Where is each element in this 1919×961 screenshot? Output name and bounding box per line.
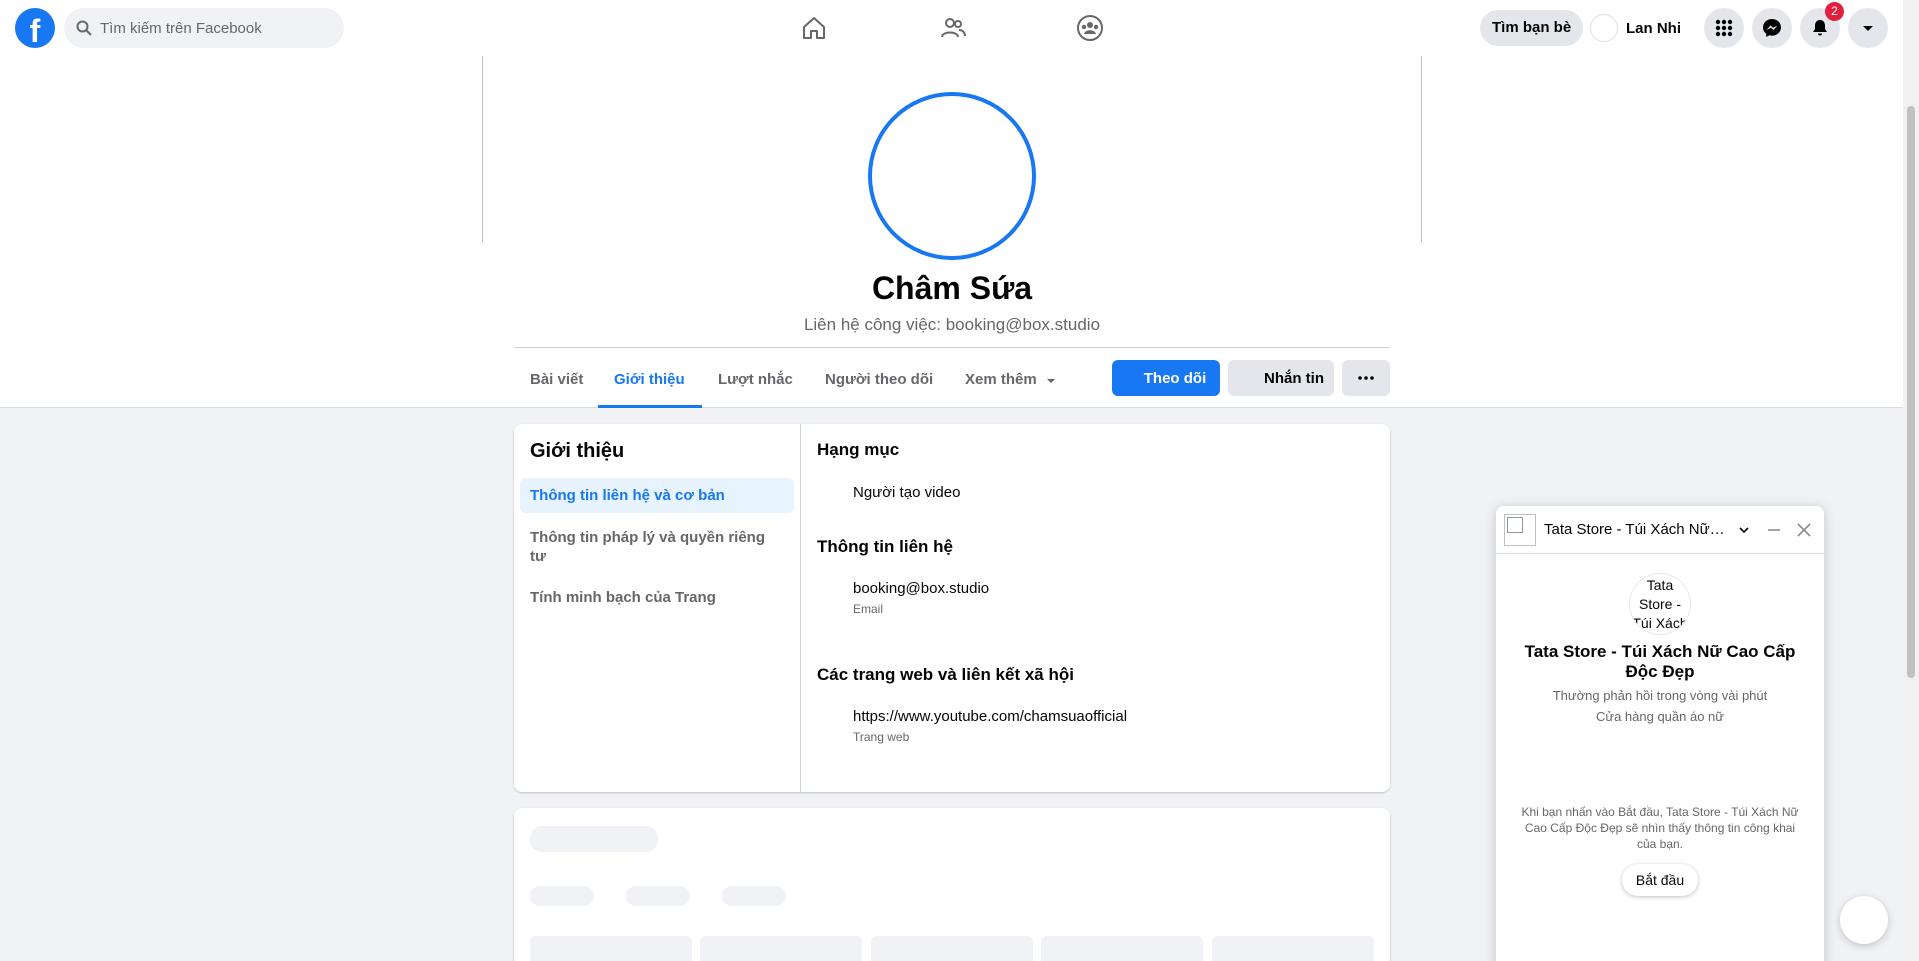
new-message-floating-button[interactable]: [1840, 896, 1888, 944]
cover-border-right: [1421, 56, 1422, 242]
skeleton-bar: [530, 886, 594, 906]
friends-nav-button[interactable]: [935, 10, 971, 46]
user-name: Lan Nhi: [1626, 19, 1681, 37]
chat-consent-note: Khi bạn nhấn vào Bắt đầu, Tata Store - T…: [1521, 805, 1799, 851]
active-tab-indicator: [598, 405, 702, 408]
chat-header-name[interactable]: Tata Store - Túi Xách Nữ Cao Cấp Độc Đẹp: [1544, 521, 1726, 538]
groups-icon: [1077, 15, 1103, 41]
home-icon: [803, 17, 825, 39]
website-caption: Trang web: [853, 730, 910, 744]
chat-start-button[interactable]: Bắt đầu: [1622, 864, 1698, 896]
skeleton-block: [530, 936, 692, 961]
chevron-down-icon: [1739, 526, 1749, 533]
chat-page-category: Cửa hàng quần áo nữ: [1595, 709, 1724, 724]
page-subtitle: Liên hệ công việc: booking@box.studio: [803, 315, 1101, 334]
profile-header: Châm Sứa Liên hệ công việc: booking@box.…: [0, 56, 1903, 408]
tab-see-more[interactable]: Xem thêm: [949, 354, 1071, 406]
skeleton-block: [1041, 936, 1203, 961]
menu-button[interactable]: [1704, 8, 1744, 48]
skeleton-bar: [530, 826, 658, 852]
bell-icon: [1813, 20, 1827, 36]
page-scrollbar[interactable]: [1903, 0, 1919, 961]
chat-minimize-button[interactable]: [1762, 518, 1786, 542]
home-nav-button[interactable]: [796, 10, 832, 46]
minimize-icon: [1768, 528, 1780, 531]
message-button-label: Nhắn tin: [1264, 369, 1324, 387]
contact-heading: Thông tin liên hệ: [817, 537, 953, 556]
chat-header[interactable]: Tata Store - Túi Xách Nữ Cao Cấp Độc Đẹp: [1496, 506, 1824, 554]
scrollbar-thumb[interactable]: [1907, 106, 1915, 678]
close-icon: [1797, 522, 1811, 537]
chat-close-button[interactable]: [1792, 518, 1816, 542]
follow-button-label: Theo dõi: [1143, 369, 1207, 387]
divider: [514, 347, 1390, 348]
about-title: Giới thiệu: [530, 440, 625, 462]
top-navigation-bar: f Tìm bạn bè Lan Nhi 2: [0, 0, 1903, 56]
account-caret-icon: [1863, 26, 1873, 31]
notifications-button[interactable]: 2: [1800, 2, 1844, 48]
avatar: [1590, 14, 1618, 42]
category-heading: Hạng mục: [817, 440, 900, 459]
sidebar-item-legal-privacy[interactable]: Thông tin pháp lý và quyền riêng tư: [520, 520, 794, 574]
messenger-button[interactable]: [1752, 8, 1792, 48]
page-title: Châm Sứa: [871, 270, 1033, 306]
chat-page-title: Tata Store - Túi Xách Nữ Cao Cấp Độc Đẹp: [1524, 642, 1796, 681]
about-card: Giới thiệu Thông tin liên hệ và cơ bản T…: [514, 424, 1390, 792]
more-options-button[interactable]: [1342, 360, 1390, 396]
about-divider: [800, 424, 801, 792]
website-link[interactable]: https://www.youtube.com/chamsuaofficial: [853, 708, 1127, 725]
email-value[interactable]: booking@box.studio: [853, 580, 989, 597]
follow-button[interactable]: Theo dõi: [1112, 360, 1220, 396]
email-caption: Email: [853, 602, 884, 616]
category-value: Người tạo video: [853, 484, 961, 501]
tab-mentions[interactable]: Lượt nhắc: [702, 354, 809, 406]
skeleton-bar: [626, 886, 690, 906]
facebook-logo-icon[interactable]: f: [15, 8, 55, 48]
skeleton-block: [1212, 936, 1374, 961]
cover-border-left: [482, 56, 483, 242]
sidebar-item-contact-basic[interactable]: Thông tin liên hệ và cơ bản: [520, 478, 794, 513]
tab-see-more-label: Xem thêm: [965, 371, 1037, 388]
groups-nav-button[interactable]: [1072, 10, 1108, 46]
chat-response-time: Thường phản hồi trong vòng vài phút: [1552, 688, 1768, 703]
tab-posts[interactable]: Bài viết: [514, 354, 599, 406]
search-input[interactable]: [100, 19, 330, 37]
message-button[interactable]: Nhắn tin: [1228, 360, 1334, 396]
loading-card: [514, 808, 1390, 961]
tab-about[interactable]: Giới thiệu: [598, 354, 701, 406]
caret-down-icon: [1046, 379, 1055, 383]
skeleton-block: [700, 936, 862, 961]
chat-thumbnail: [1504, 513, 1536, 546]
messenger-icon: [1763, 19, 1781, 37]
account-button[interactable]: [1848, 8, 1888, 48]
friends-icon: [941, 18, 966, 38]
profile-chip[interactable]: Lan Nhi: [1590, 10, 1681, 46]
links-heading: Các trang web và liên kết xã hội: [817, 665, 1074, 684]
menu-grid-icon: [1715, 19, 1733, 37]
chat-page-avatar: Tata Store - Túi Xách: [1630, 574, 1690, 634]
tab-followers[interactable]: Người theo dõi: [809, 354, 949, 406]
profile-avatar[interactable]: [868, 92, 1036, 260]
chat-window: Tata Store - Túi Xách Nữ Cao Cấp Độc Đẹp…: [1496, 506, 1824, 961]
search-box[interactable]: [64, 8, 344, 48]
more-dots-icon: [1358, 376, 1374, 380]
notification-badge: 2: [1825, 2, 1844, 21]
skeleton-block: [871, 936, 1033, 961]
skeleton-bar: [722, 886, 786, 906]
search-icon: [76, 20, 92, 36]
find-friends-button[interactable]: Tìm bạn bè: [1480, 10, 1584, 46]
sidebar-item-page-transparency[interactable]: Tính minh bạch của Trang: [520, 580, 794, 615]
chat-expand-button[interactable]: [1732, 518, 1756, 542]
